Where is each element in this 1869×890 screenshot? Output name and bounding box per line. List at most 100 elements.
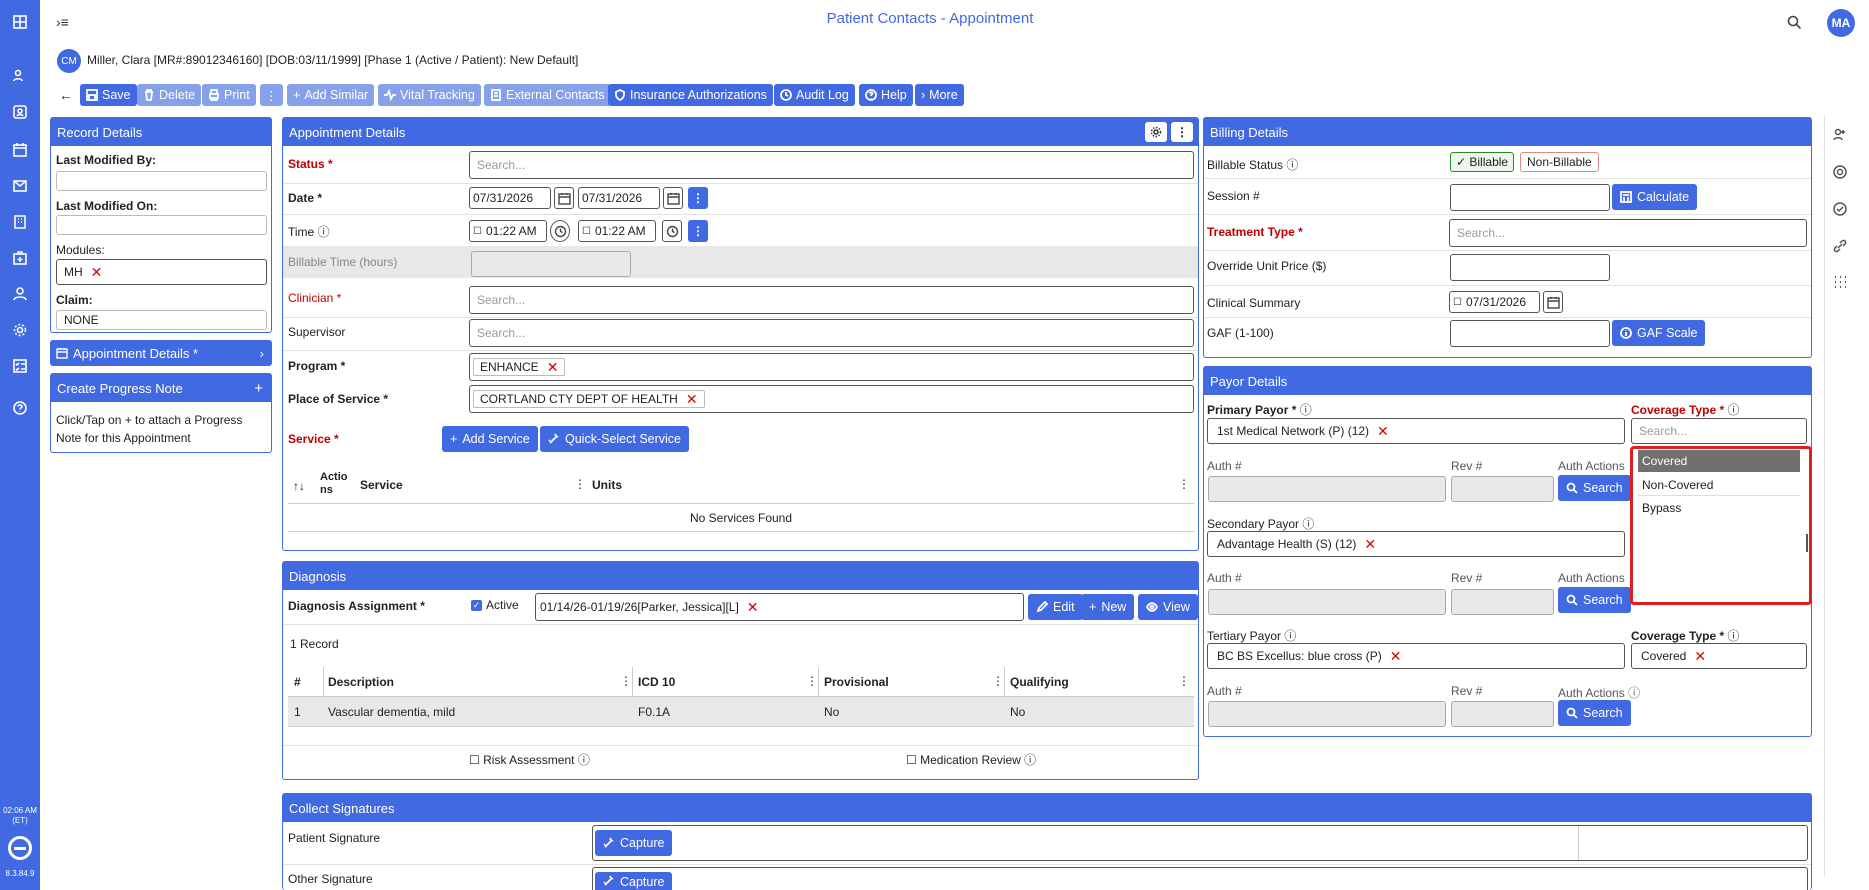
date-from-calendar-icon[interactable] (554, 187, 574, 209)
print-options-button[interactable]: ⋮ (260, 84, 283, 106)
gaf-input[interactable] (1450, 320, 1610, 347)
search-icon[interactable] (1786, 14, 1802, 30)
help-circle-icon[interactable]: ⓘ (318, 225, 330, 239)
link-icon[interactable] (1832, 238, 1848, 254)
override-unit-price-input[interactable] (1450, 254, 1610, 281)
other-signature-capture-button[interactable]: Capture (595, 872, 673, 890)
date-options-button[interactable]: ⋮ (688, 187, 708, 209)
settings-gear-icon[interactable] (8, 318, 32, 342)
session-input[interactable] (1450, 184, 1610, 211)
remove-chip-icon[interactable]: ✕ (1377, 424, 1389, 438)
remove-chip-icon[interactable]: ✕ (1694, 649, 1706, 663)
quick-select-service-button[interactable]: Quick-Select Service (540, 426, 690, 452)
help-circle-icon[interactable]: ⓘ (1024, 753, 1036, 767)
add-similar-button[interactable]: + Add Similar (287, 84, 375, 106)
mail-icon[interactable] (8, 174, 32, 198)
help-icon[interactable] (8, 396, 32, 420)
vital-tracking-button[interactable]: Vital Tracking (378, 84, 481, 106)
remove-chip-icon[interactable]: ✕ (1364, 537, 1376, 551)
help-circle-icon[interactable]: ⓘ (1302, 517, 1314, 531)
calendar-icon[interactable] (8, 138, 32, 162)
secondary-auth-search-button[interactable]: Search (1558, 587, 1631, 613)
tertiary-auth-search-button[interactable]: Search (1558, 700, 1631, 726)
building-icon[interactable] (8, 210, 32, 234)
remove-chip-icon[interactable]: ✕ (547, 360, 559, 374)
add-progress-note-button[interactable]: + (254, 380, 263, 397)
program-input[interactable]: ENHANCE ✕ (469, 353, 1194, 381)
appt-options-button[interactable]: ⋮ (1171, 122, 1193, 142)
secondary-payor-input[interactable]: Advantage Health (S) (12) ✕ (1207, 531, 1625, 557)
appointment-details-link[interactable]: Appointment Details * › (50, 340, 272, 366)
check-circle-icon[interactable] (1832, 201, 1848, 217)
external-contacts-button[interactable]: External Contacts (484, 84, 611, 106)
active-checkbox[interactable]: ✓ (471, 600, 482, 611)
edit-diagnosis-button[interactable]: Edit (1028, 594, 1083, 620)
primary-payor-input[interactable]: 1st Medical Network (P) (12) ✕ (1207, 418, 1625, 444)
gaf-scale-button[interactable]: GAF Scale (1612, 320, 1706, 346)
dropdown-option-bypass[interactable]: Bypass (1638, 497, 1800, 519)
time-from-clock-icon[interactable] (550, 220, 570, 242)
remove-chip-icon[interactable]: ✕ (747, 600, 759, 614)
patient-card-icon[interactable] (8, 100, 32, 124)
help-circle-icon[interactable]: ⓘ (1284, 629, 1296, 643)
time-from-input[interactable]: ☐ 01:22 AM (469, 220, 547, 242)
help-circle-icon[interactable]: ⓘ (1728, 403, 1740, 417)
checkbox-icon[interactable]: ☐ (582, 226, 591, 237)
help-circle-icon[interactable]: ⓘ (1286, 158, 1298, 172)
user-avatar[interactable]: MA (1827, 9, 1855, 37)
remove-chip-icon[interactable]: ✕ (686, 392, 698, 406)
checkbox-icon[interactable]: ☐ (1453, 297, 1462, 308)
apps-grid-icon[interactable] (8, 10, 32, 34)
treatment-type-input[interactable]: Search... (1449, 219, 1807, 247)
checklist-icon[interactable] (8, 354, 32, 378)
patient-signature-capture-button[interactable]: Capture (595, 830, 673, 856)
more-button[interactable]: › More (915, 84, 964, 106)
clinical-summary-date[interactable]: ☐ 07/31/2026 (1449, 291, 1540, 313)
new-diagnosis-button[interactable]: + New (1081, 594, 1135, 620)
help-circle-icon[interactable]: ⓘ (578, 753, 590, 767)
column-menu-icon[interactable]: ⋮ (1178, 477, 1190, 491)
column-menu-icon[interactable]: ⋮ (992, 674, 1004, 688)
at-sign-icon[interactable] (1832, 164, 1848, 180)
column-menu-icon[interactable]: ⋮ (620, 674, 632, 688)
help-button[interactable]: Help (859, 84, 913, 106)
coverage-type-input[interactable]: Search... (1631, 418, 1807, 444)
date-from-input[interactable]: 07/31/2026 (469, 187, 551, 209)
supervisor-input[interactable]: Search... (469, 319, 1194, 347)
diagnosis-assignment-input[interactable]: 01/14/26-01/19/26[Parker, Jessica][L] ✕ (535, 593, 1024, 621)
time-to-input[interactable]: ☐ 01:22 AM (578, 220, 656, 242)
help-circle-icon[interactable]: ⓘ (1728, 629, 1740, 643)
sort-icon[interactable]: ↑↓ (293, 479, 305, 493)
primary-auth-search-button[interactable]: Search (1558, 475, 1631, 501)
dots-grid-icon[interactable] (1832, 274, 1848, 290)
date-to-input[interactable]: 07/31/2026 (578, 187, 660, 209)
dropdown-option-covered[interactable]: Covered (1638, 450, 1800, 472)
help-circle-icon[interactable]: ⓘ (1300, 403, 1312, 417)
column-menu-icon[interactable]: ⋮ (806, 674, 818, 688)
print-button[interactable]: Print (202, 84, 256, 106)
checkbox-icon[interactable]: ☐ (469, 753, 480, 767)
modules-input[interactable]: MH ✕ (56, 259, 267, 285)
medication-review-checkbox[interactable]: ☐ Medication Review ⓘ (906, 751, 1036, 768)
status-input[interactable]: Search... (469, 151, 1194, 179)
view-diagnosis-button[interactable]: View (1138, 594, 1198, 620)
billable-toggle[interactable]: ✓ Billable (1450, 152, 1515, 172)
tertiary-coverage-type-input[interactable]: Covered ✕ (1631, 643, 1807, 669)
column-menu-icon[interactable]: ⋮ (1178, 674, 1190, 688)
place-of-service-input[interactable]: CORTLAND CTY DEPT OF HEALTH ✕ (469, 385, 1194, 413)
remove-chip-icon[interactable]: ✕ (1390, 649, 1402, 663)
users-icon[interactable] (8, 64, 32, 88)
person-icon[interactable] (8, 282, 32, 306)
checkbox-icon[interactable]: ☐ (473, 226, 482, 237)
patient-signature-box[interactable] (592, 825, 1808, 861)
appt-settings-gear-icon[interactable] (1145, 122, 1167, 142)
insurance-authorizations-button[interactable]: Insurance Authorizations (608, 84, 773, 106)
dropdown-scrollbar[interactable] (1806, 534, 1808, 552)
column-menu-icon[interactable]: ⋮ (574, 477, 586, 491)
add-service-button[interactable]: + Add Service (442, 426, 538, 452)
help-circle-icon[interactable]: ⓘ (1628, 686, 1640, 700)
user-group-icon[interactable] (1832, 127, 1848, 143)
tertiary-payor-input[interactable]: BC BS Excellus: blue cross (P) ✕ (1207, 643, 1625, 669)
calculate-button[interactable]: Calculate (1612, 184, 1698, 210)
audit-log-button[interactable]: Audit Log (774, 84, 855, 106)
